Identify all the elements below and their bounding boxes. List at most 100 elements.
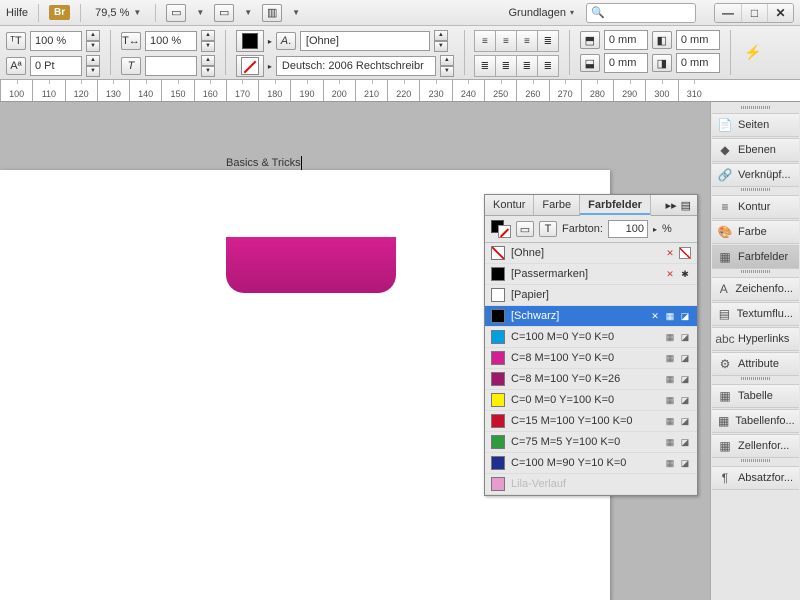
swatch-item[interactable]: [Schwarz]✕▦◪	[485, 306, 697, 327]
stepper[interactable]: ▲▼	[86, 30, 100, 52]
inset-right-icon: ◨	[652, 54, 672, 72]
panel-group-grip[interactable]	[711, 106, 800, 112]
justify-last-right-button[interactable]: ≣	[516, 55, 538, 77]
panel-button-kontur[interactable]: ≡Kontur	[712, 195, 799, 219]
chevron-right-icon[interactable]: ▸	[653, 225, 657, 234]
swatch-chip	[491, 309, 505, 323]
stepper[interactable]: ▲▼	[440, 55, 454, 77]
panel-button-farbe[interactable]: 🎨Farbe	[712, 220, 799, 244]
process-icon: ▦	[664, 352, 676, 364]
tab-farbe[interactable]: Farbe	[534, 195, 580, 215]
stepper[interactable]: ▲▼	[201, 55, 215, 77]
swatch-item[interactable]: C=100 M=90 Y=10 K=0▦◪	[485, 453, 697, 474]
panel-icon: ▦	[718, 389, 732, 403]
stepper[interactable]: ▲▼	[86, 55, 100, 77]
panel-button-absatzfor[interactable]: ¶Absatzfor...	[712, 466, 799, 490]
ruler-tick: 220	[387, 80, 419, 101]
menu-help[interactable]: Hilfe	[6, 7, 28, 19]
inset-bottom-field[interactable]: 0 mm	[604, 53, 648, 73]
horizontal-ruler[interactable]: 1001101201301401501601701801902002102202…	[0, 80, 800, 102]
panel-button-textumflu[interactable]: ▤Textumflu...	[712, 302, 799, 326]
tab-farbfelder[interactable]: Farbfelder	[580, 195, 651, 216]
minimize-button[interactable]: —	[715, 4, 741, 22]
swatch-name: C=8 M=100 Y=0 K=26	[511, 373, 658, 385]
align-left-button[interactable]: ≡	[474, 30, 496, 52]
justify-all-button[interactable]: ≣	[537, 55, 559, 77]
chevron-down-icon: ▼	[292, 8, 300, 17]
swatch-item[interactable]: C=15 M=100 Y=100 K=0▦◪	[485, 411, 697, 432]
hscale-field[interactable]: 100 %	[145, 31, 197, 51]
panel-collapse-button[interactable]: ▸▸	[666, 199, 677, 212]
inset-right-field[interactable]: 0 mm	[676, 53, 720, 73]
cmyk-icon: ◪	[679, 436, 691, 448]
document-heading-text[interactable]: Basics & Tricks	[226, 154, 302, 170]
swatch-item[interactable]: [Ohne]✕	[485, 243, 697, 264]
justify-last-center-button[interactable]: ≣	[495, 55, 517, 77]
cmyk-icon: ◪	[679, 415, 691, 427]
canvas-area[interactable]: Basics & Tricks Kontur Farbe Farbfelder …	[0, 102, 710, 600]
panel-label: Zellenfor...	[738, 440, 789, 452]
panel-button-farbfelder[interactable]: ▦Farbfelder	[712, 245, 799, 269]
stepper[interactable]: ▲▼	[201, 30, 215, 52]
language-field[interactable]: Deutsch: 2006 Rechtschreibr	[276, 56, 436, 76]
swatch-chip	[491, 372, 505, 386]
swatch-item[interactable]: C=8 M=100 Y=0 K=0▦◪	[485, 348, 697, 369]
stepper[interactable]: ▲▼	[434, 30, 448, 52]
inset-left-field[interactable]: 0 mm	[676, 30, 720, 50]
tab-kontur[interactable]: Kontur	[485, 195, 534, 215]
panel-menu-button[interactable]: ▤	[681, 199, 691, 212]
ruler-tick: 110	[32, 80, 64, 101]
panel-button-zellenfor[interactable]: ▦Zellenfor...	[712, 434, 799, 458]
panel-button-tabelle[interactable]: ▦Tabelle	[712, 384, 799, 408]
panel-button-verknpf[interactable]: 🔗Verknüpf...	[712, 163, 799, 187]
view-mode-button-2[interactable]: ▭	[214, 4, 234, 22]
swatch-item[interactable]: C=8 M=100 Y=0 K=26▦◪	[485, 369, 697, 390]
zoom-dropdown[interactable]: 79,5 % ▼	[91, 5, 145, 21]
char-style-field[interactable]: [Ohne]	[300, 31, 430, 51]
panel-button-zeichenfo[interactable]: AZeichenfo...	[712, 277, 799, 301]
align-right-button[interactable]: ≡	[516, 30, 538, 52]
formatting-container-icon[interactable]: ▭	[516, 221, 534, 237]
swatch-item[interactable]: C=100 M=0 Y=0 K=0▦◪	[485, 327, 697, 348]
rounded-rectangle-object[interactable]	[226, 237, 396, 293]
quick-apply-button[interactable]: ⚡	[741, 30, 765, 75]
inset-top-field[interactable]: 0 mm	[604, 30, 648, 50]
justify-last-left-button[interactable]: ≣	[474, 55, 496, 77]
process-icon: ▦	[664, 310, 676, 322]
fill-swatch-button[interactable]	[236, 30, 264, 52]
char-size-field[interactable]: 100 %	[30, 31, 82, 51]
panel-group-grip[interactable]	[711, 188, 800, 194]
workspace-dropdown[interactable]: Grundlagen ▾	[504, 5, 578, 21]
close-button[interactable]: ✕	[767, 4, 793, 22]
tint-input[interactable]	[608, 220, 648, 238]
maximize-button[interactable]: □	[741, 4, 767, 22]
panel-button-hyperlinks[interactable]: abcHyperlinks	[712, 327, 799, 351]
formatting-text-icon[interactable]: T	[539, 221, 557, 237]
panel-group-grip[interactable]	[711, 459, 800, 465]
skew-field[interactable]	[145, 56, 197, 76]
panel-button-attribute[interactable]: ⚙Attribute	[712, 352, 799, 376]
inset-top-icon: ⬒	[580, 31, 600, 49]
view-mode-button-1[interactable]: ▭	[166, 4, 186, 22]
panel-group-grip[interactable]	[711, 270, 800, 276]
align-center-button[interactable]: ≡	[495, 30, 517, 52]
swatch-name: C=100 M=90 Y=10 K=0	[511, 457, 658, 469]
panel-button-seiten[interactable]: 📄Seiten	[712, 113, 799, 137]
swatch-item[interactable]: C=0 M=0 Y=100 K=0▦◪	[485, 390, 697, 411]
panel-group-grip[interactable]	[711, 377, 800, 383]
search-input[interactable]: 🔍	[586, 3, 696, 23]
swatch-item[interactable]: C=75 M=5 Y=100 K=0▦◪	[485, 432, 697, 453]
none-icon	[679, 247, 691, 259]
justify-button[interactable]: ≣	[537, 30, 559, 52]
bridge-button[interactable]: Br	[49, 5, 70, 20]
swatches-list: [Ohne]✕[Passermarken]✕✱[Papier][Schwarz]…	[485, 243, 697, 495]
fill-stroke-proxy[interactable]	[491, 220, 511, 238]
panel-button-tabellenfo[interactable]: ▦Tabellenfo...	[712, 409, 799, 433]
baseline-field[interactable]: 0 Pt	[30, 56, 82, 76]
swatch-item[interactable]: Lila-Verlauf	[485, 474, 697, 495]
swatch-item[interactable]: [Papier]	[485, 285, 697, 306]
swatch-item[interactable]: [Passermarken]✕✱	[485, 264, 697, 285]
stroke-swatch-button[interactable]	[236, 55, 264, 77]
panel-button-ebenen[interactable]: ◆Ebenen	[712, 138, 799, 162]
view-mode-button-3[interactable]: ▥	[262, 4, 282, 22]
